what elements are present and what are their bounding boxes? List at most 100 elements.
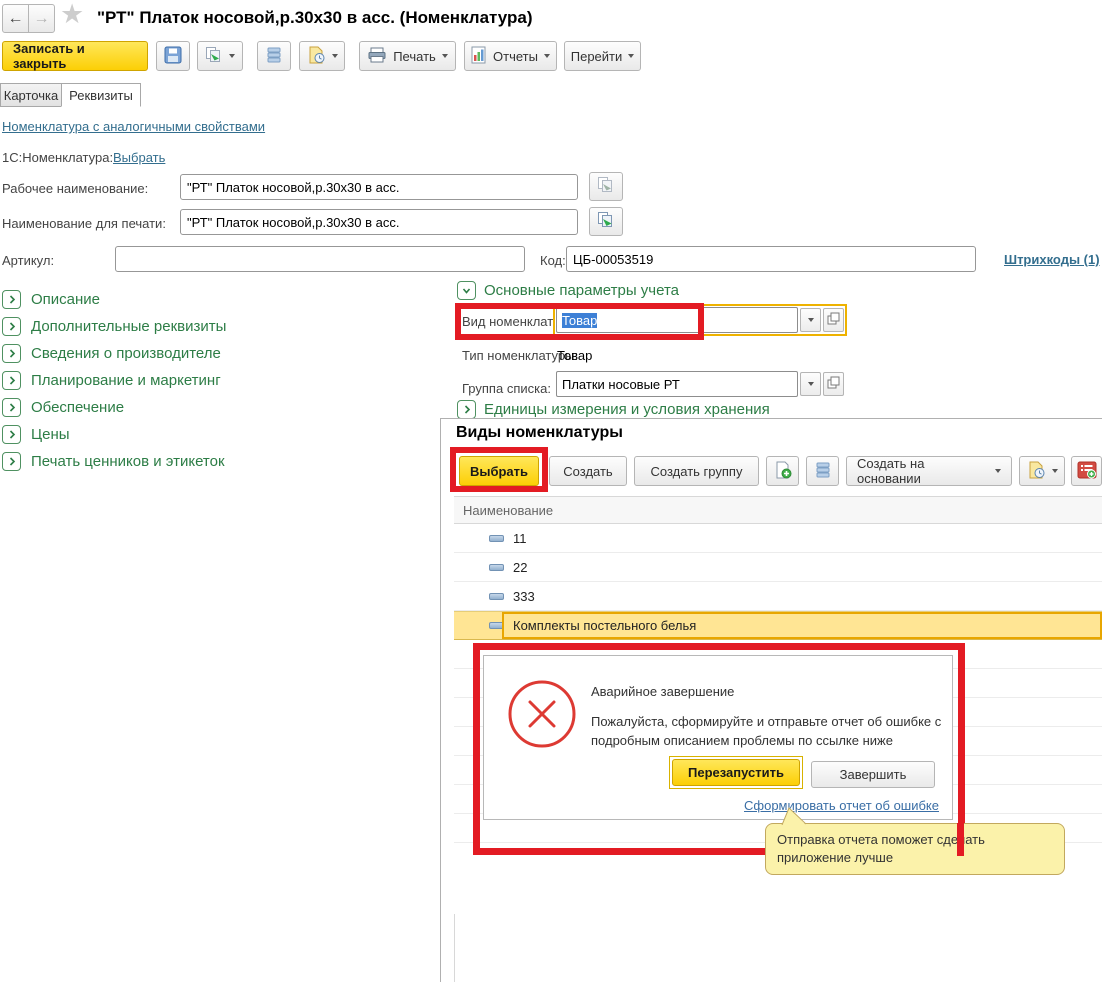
kind-input[interactable]: Товар: [556, 307, 798, 333]
section-label: Планирование и маркетинг: [31, 372, 221, 389]
group-combobox[interactable]: Платки носовые РТ: [556, 371, 844, 397]
type-value: Товар: [557, 348, 592, 363]
section-nav: Описание Дополнительные реквизиты Сведен…: [2, 286, 226, 475]
list-item[interactable]: 333: [454, 582, 1102, 611]
sidebar-item-prices[interactable]: Цены: [2, 421, 226, 448]
list-column-header[interactable]: Наименование: [454, 496, 1102, 524]
item-dash-icon: [489, 593, 504, 600]
column-header-label: Наименование: [463, 503, 553, 518]
print-name-input[interactable]: [180, 209, 578, 235]
forward-button[interactable]: →: [28, 4, 55, 33]
list-view-button[interactable]: [806, 456, 839, 486]
list-settings-button[interactable]: [257, 41, 291, 71]
chevron-right-icon: [2, 452, 21, 471]
item-name: 333: [513, 589, 535, 604]
group-open-button[interactable]: [823, 372, 844, 396]
reports-menu-button[interactable]: Отчеты: [464, 41, 557, 71]
list-icon: [816, 461, 830, 482]
create-new-button[interactable]: [766, 456, 799, 486]
history-doc-button[interactable]: [1019, 456, 1065, 486]
back-button[interactable]: ←: [2, 4, 29, 33]
sidebar-item-supply[interactable]: Обеспечение: [2, 394, 226, 421]
document-plus-icon: [774, 461, 792, 482]
one-c-choose-link[interactable]: Выбрать: [113, 150, 165, 165]
section-label: Цены: [31, 426, 70, 443]
dropdown-arrow-icon: [332, 54, 338, 58]
section-label: Дополнительные реквизиты: [31, 318, 226, 335]
article-input[interactable]: [115, 246, 525, 272]
working-name-input[interactable]: [180, 174, 578, 200]
sidebar-item-description[interactable]: Описание: [2, 286, 226, 313]
tab-details[interactable]: Реквизиты: [61, 83, 141, 107]
chevron-right-icon: [2, 425, 21, 444]
chevron-right-icon: [2, 290, 21, 309]
kind-value: Товар: [562, 313, 597, 328]
dropdown-arrow-icon: [995, 469, 1001, 473]
create-based-on-button[interactable]: Создать на основании: [846, 456, 1012, 486]
finish-button[interactable]: Завершить: [811, 761, 935, 788]
print-name-copy-button[interactable]: [589, 207, 623, 236]
chevron-right-icon: [2, 398, 21, 417]
list-icon: [267, 46, 281, 67]
favorite-star-icon[interactable]: ★: [60, 0, 84, 30]
history-doc-button[interactable]: [299, 41, 345, 71]
sidebar-item-price-tags[interactable]: Печать ценников и этикеток: [2, 448, 226, 475]
select-button[interactable]: Выбрать: [459, 456, 539, 486]
goto-menu-button[interactable]: Перейти: [564, 41, 641, 71]
main-params-section-header[interactable]: Основные параметры учета: [457, 281, 679, 300]
section-label: Описание: [31, 291, 100, 308]
sidebar-item-planning[interactable]: Планирование и маркетинг: [2, 367, 226, 394]
sidebar-item-manufacturer[interactable]: Сведения о производителе: [2, 340, 226, 367]
dropdown-arrow-icon: [442, 54, 448, 58]
print-menu-button[interactable]: Печать: [359, 41, 456, 71]
kind-combobox[interactable]: Товар: [556, 307, 844, 333]
tooltip-pointer-icon: [780, 807, 806, 825]
open-form-icon: [827, 376, 840, 392]
dropdown-arrow-icon: [808, 318, 814, 322]
group-value: Платки носовые РТ: [562, 377, 680, 392]
error-icon: [506, 678, 578, 753]
red-list-plus-icon: [1077, 461, 1097, 482]
working-name-copy-button[interactable]: [589, 172, 623, 201]
kind-open-button[interactable]: [823, 308, 844, 332]
report-chart-icon: [471, 46, 487, 67]
item-dash-icon: [489, 564, 504, 571]
copy-gray-icon: [597, 176, 615, 197]
barcodes-link[interactable]: Штрихкоды (1): [1004, 252, 1100, 267]
create-group-button[interactable]: Создать группу: [634, 456, 759, 486]
similar-nomenclature-link[interactable]: Номенклатура с аналогичными свойствами: [2, 119, 265, 134]
section-label: Сведения о производителе: [31, 345, 221, 362]
kind-combo-focus: Товар: [553, 304, 847, 336]
generate-report-link[interactable]: Сформировать отчет об ошибке: [744, 798, 939, 813]
tooltip-text: Отправка отчета поможет сделать приложен…: [777, 832, 985, 865]
popup-title: Виды номенклатуры: [456, 424, 623, 442]
units-section-header[interactable]: Единицы измерения и условия хранения: [457, 400, 770, 419]
document-clock-icon: [1027, 461, 1046, 482]
printer-icon: [367, 47, 387, 66]
dropdown-arrow-icon: [544, 54, 550, 58]
save-button[interactable]: [156, 41, 190, 71]
group-dropdown-button[interactable]: [800, 372, 821, 396]
history-nav: ← →: [2, 4, 55, 33]
kind-dropdown-button[interactable]: [800, 308, 821, 332]
code-input[interactable]: [566, 246, 976, 272]
print-label: Печать: [393, 49, 436, 64]
restart-button[interactable]: Перезапустить: [672, 759, 800, 786]
copy-icon: [205, 46, 223, 67]
crash-dialog: Аварийное завершение Пожалуйста, сформир…: [483, 655, 953, 820]
list-item[interactable]: 11: [454, 524, 1102, 553]
list-item-selected[interactable]: Комплекты постельного белья: [454, 611, 1102, 640]
report-settings-button[interactable]: [1071, 456, 1102, 486]
tab-card[interactable]: Карточка: [0, 83, 62, 107]
create-button[interactable]: Создать: [549, 456, 627, 486]
copy-button[interactable]: [197, 41, 243, 71]
print-name-label: Наименование для печати:: [2, 216, 166, 231]
sidebar-item-additional[interactable]: Дополнительные реквизиты: [2, 313, 226, 340]
list-item[interactable]: 22: [454, 553, 1102, 582]
forward-icon: →: [34, 10, 50, 28]
group-input[interactable]: Платки носовые РТ: [556, 371, 798, 397]
dropdown-arrow-icon: [1052, 469, 1058, 473]
save-and-close-button[interactable]: Записать и закрыть: [2, 41, 148, 71]
open-form-icon: [827, 312, 840, 328]
item-dash-icon: [489, 535, 504, 542]
